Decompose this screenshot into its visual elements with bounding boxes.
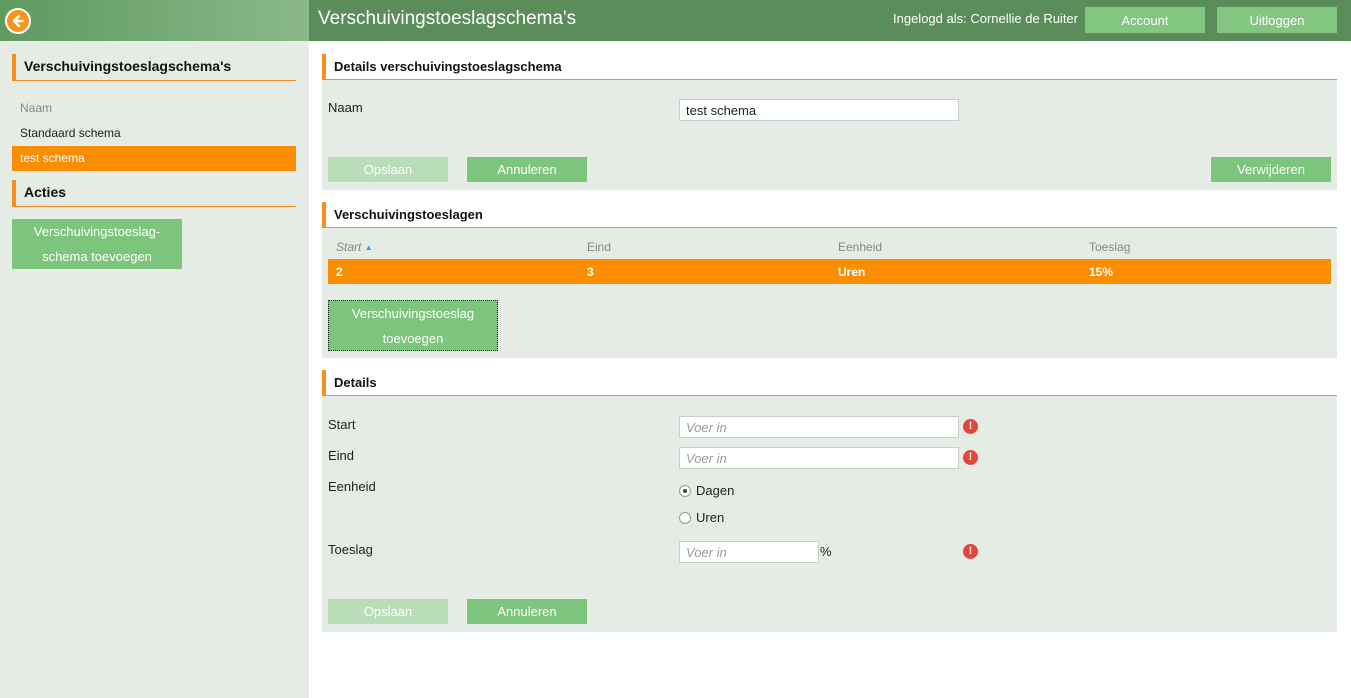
cell-start: 2 [336,265,343,279]
cell-eind: 3 [587,265,594,279]
toeslagen-panel: Verschuivingstoeslagen Start ▲ Eind Eenh… [322,202,1337,358]
sidebar-top-bar [0,0,309,41]
add-toeslag-button[interactable]: Verschuivingstoeslag toevoegen [328,300,498,351]
column-header-eind[interactable]: Eind [587,240,611,254]
eenheid-label: Eenheid [328,479,376,494]
save-button[interactable]: Opslaan [328,157,448,182]
column-header-start-label: Start [336,240,362,254]
top-header: Verschuivingstoeslagschema's Ingelogd al… [309,0,1351,41]
start-label: Start [328,417,356,432]
arrow-left-icon [12,14,25,28]
radio-uren[interactable]: Uren [679,510,724,525]
start-input[interactable] [679,416,959,438]
sort-asc-icon: ▲ [364,243,373,252]
schema-list-header[interactable]: Naam [12,96,296,121]
column-header-start[interactable]: Start ▲ [336,240,373,254]
eind-input[interactable] [679,447,959,469]
toeslagen-title: Verschuivingstoeslagen [322,202,1337,228]
cell-eenheid: Uren [838,265,866,279]
table-row[interactable]: 2 3 Uren 15% [328,259,1331,284]
add-toeslag-label-line2: toevoegen [382,331,444,346]
sidebar-section-title: Verschuivingstoeslagschema's [12,54,296,81]
schema-item-test[interactable]: test schema [12,146,296,171]
schema-list: Naam Standaard schema test schema [12,96,296,171]
actions-title: Acties [12,180,296,207]
radio-dagen[interactable]: Dagen [679,483,734,498]
name-label: Naam [328,100,363,115]
radio-dagen-circle[interactable] [679,484,691,497]
back-button[interactable] [5,8,31,34]
radio-uren-label: Uren [696,510,725,525]
toeslag-input[interactable] [679,541,819,563]
percent-suffix: % [820,544,832,559]
add-toeslag-label-line1: Verschuivingstoeslag [351,306,475,321]
add-schema-label-line2: schema toevoegen [42,249,152,264]
toeslag-details-panel: Details Start ! Eind ! Eenheid Dagen Ure… [322,370,1337,632]
toeslag-label: Toeslag [328,542,373,557]
eind-label: Eind [328,448,355,463]
toeslag-details-title: Details [322,370,1337,396]
name-input[interactable] [679,99,959,121]
toeslag-error-icon: ! [963,544,978,559]
radio-uren-circle[interactable] [679,511,691,524]
delete-button[interactable]: Verwijderen [1211,157,1331,182]
cancel-button[interactable]: Annuleren [467,157,587,182]
radio-dagen-label: Dagen [696,483,735,498]
sidebar: Verschuivingstoeslagschema's Naam Standa… [0,0,309,698]
page-title: Verschuivingstoeslagschema's [318,8,577,29]
form-cancel-button[interactable]: Annuleren [467,599,587,624]
logged-in-user: Ingelogd als: Cornellie de Ruiter [893,11,1078,26]
cell-toeslag: 15% [1089,265,1114,279]
logout-button[interactable]: Uitloggen [1217,7,1337,33]
add-schema-button[interactable]: Verschuivingstoeslag- schema toevoegen [12,219,182,269]
column-header-eenheid[interactable]: Eenheid [838,240,882,254]
form-save-button[interactable]: Opslaan [328,599,448,624]
account-button[interactable]: Account [1085,7,1205,33]
start-error-icon: ! [963,419,978,434]
add-schema-label-line1: Verschuivingstoeslag- [33,224,161,239]
column-header-toeslag[interactable]: Toeslag [1089,240,1130,254]
schema-item-standaard[interactable]: Standaard schema [12,121,296,146]
eind-error-icon: ! [963,450,978,465]
schema-details-title: Details verschuivingstoeslagschema [322,54,1337,80]
schema-details-panel: Details verschuivingstoeslagschema Naam … [322,54,1337,190]
